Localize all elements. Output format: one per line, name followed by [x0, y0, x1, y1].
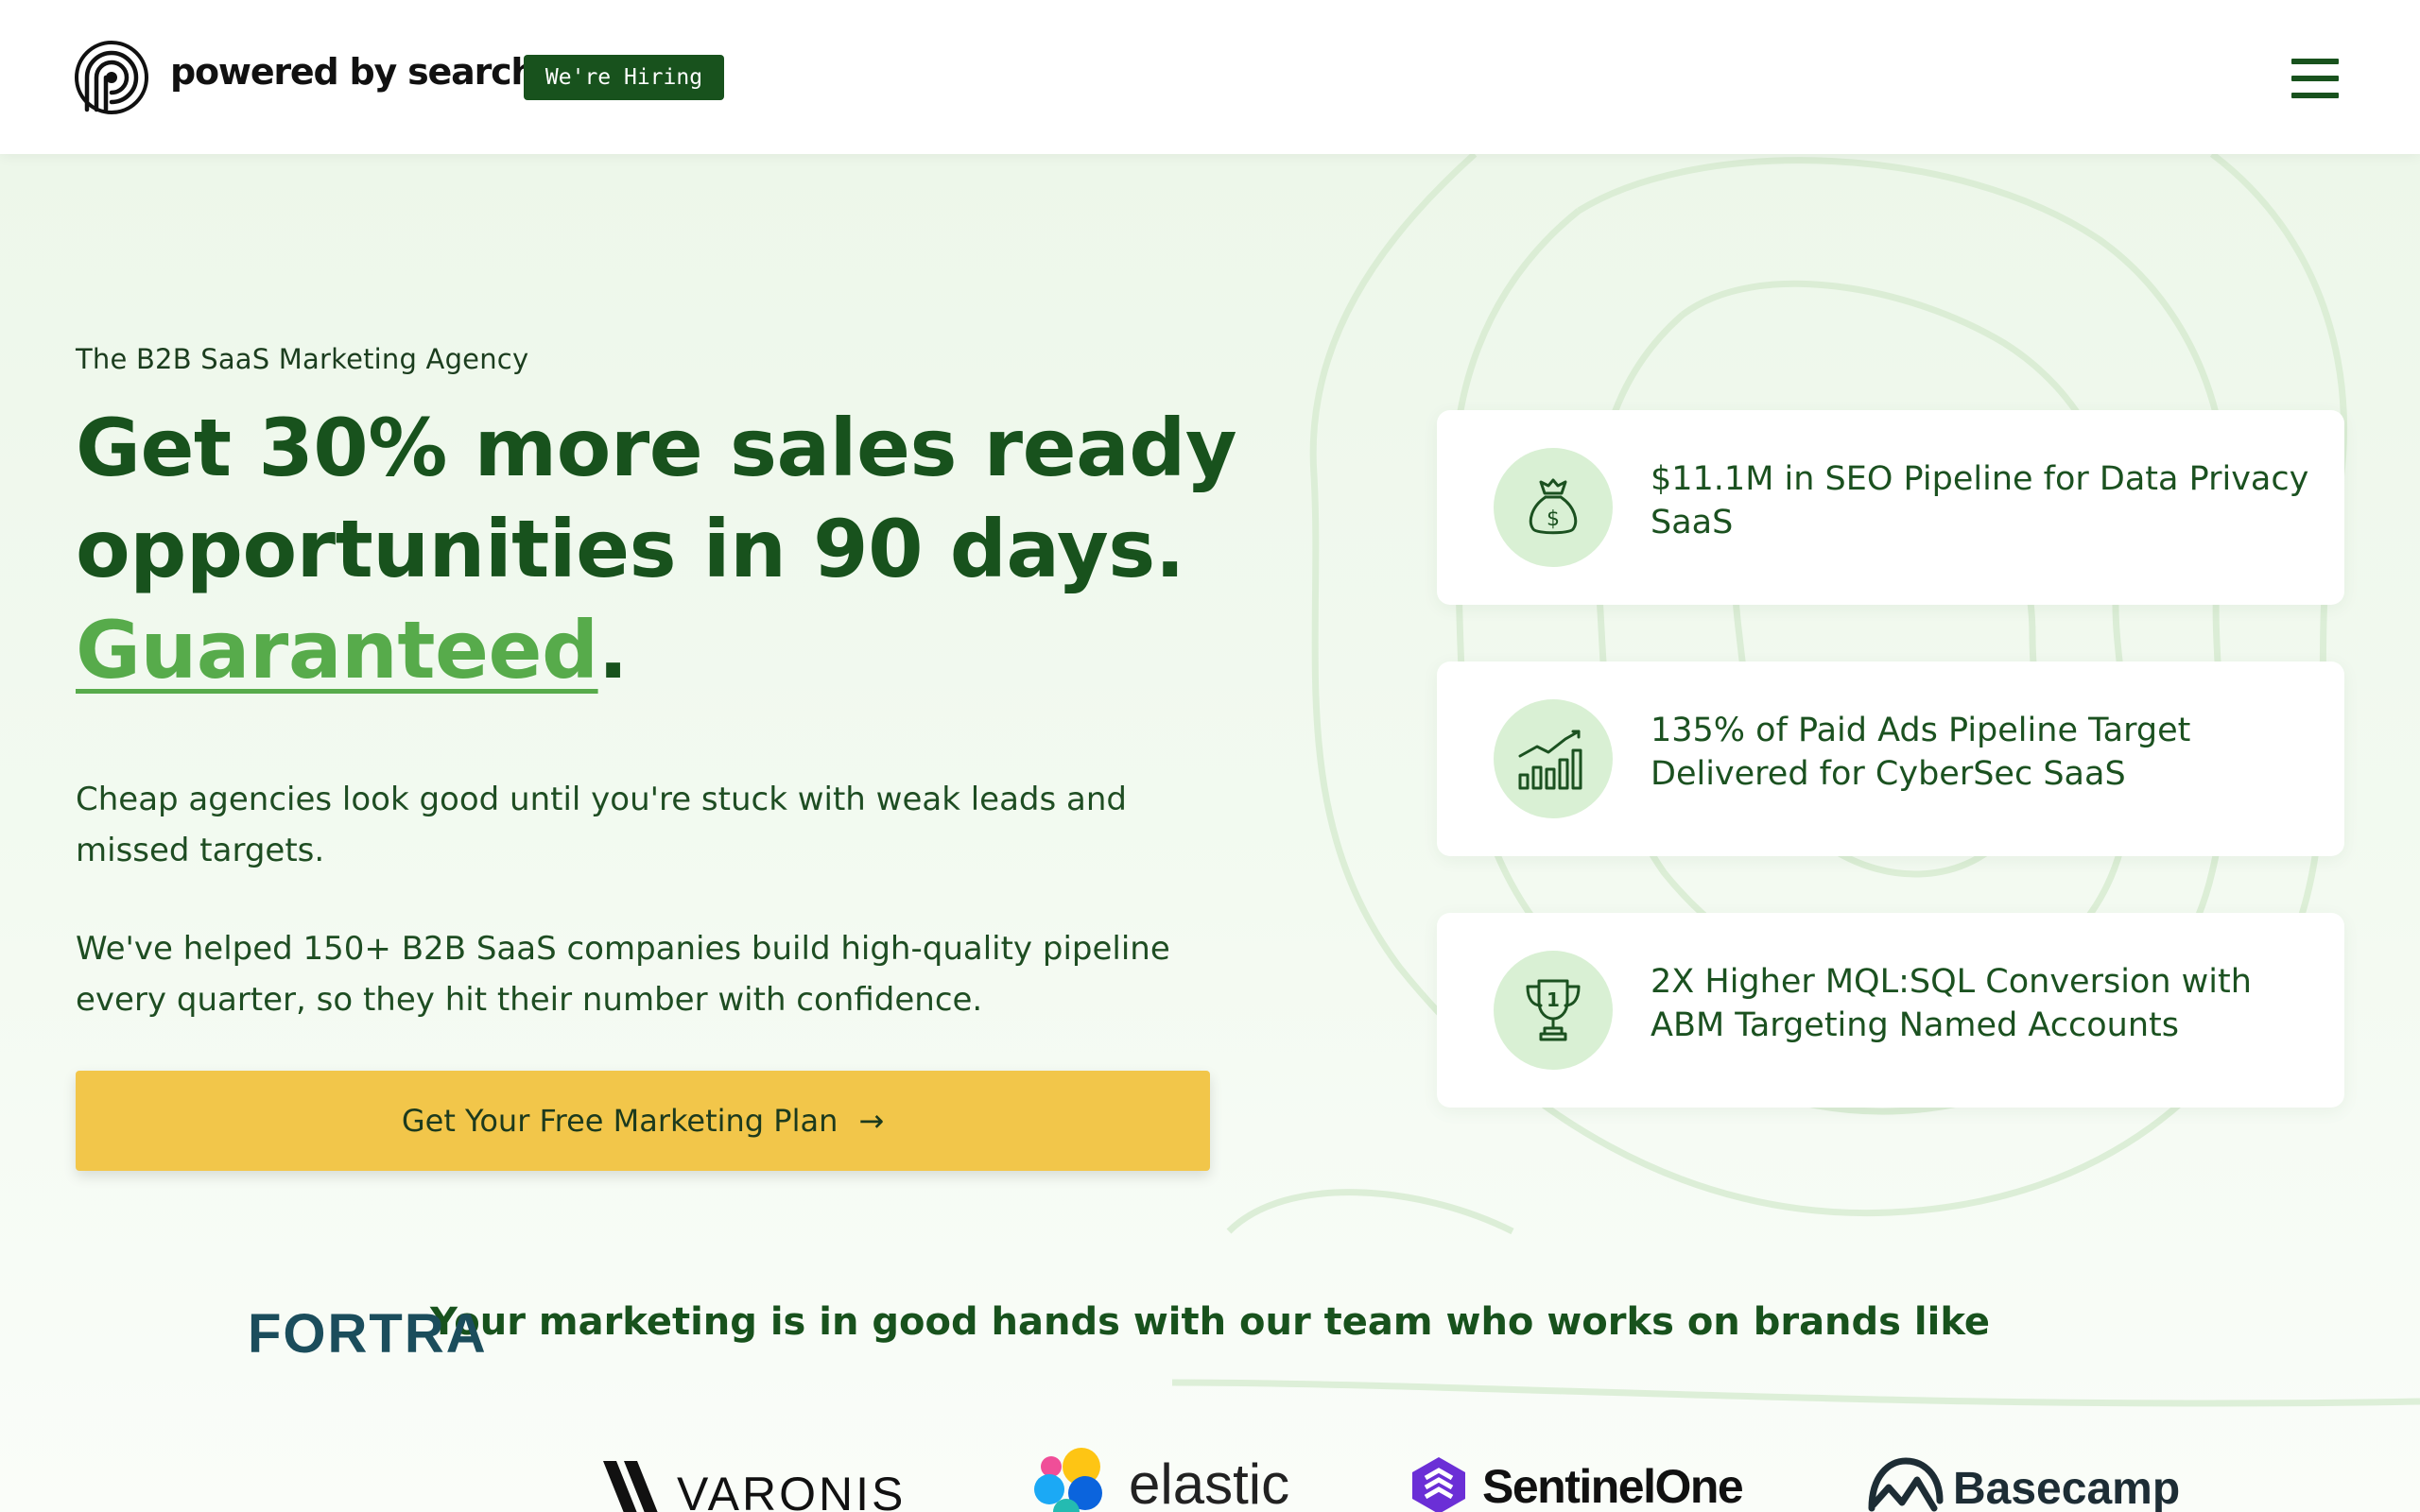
icon-circle: $	[1494, 448, 1613, 567]
hero-eyebrow: The B2B SaaS Marketing Agency	[76, 343, 529, 375]
hiring-badge[interactable]: We're Hiring	[524, 55, 724, 100]
headline-line-1: Get 30% more sales ready	[76, 402, 1237, 494]
sentinelone-mark-icon	[1412, 1457, 1465, 1512]
varonis-mark-icon	[603, 1461, 658, 1512]
varonis-logo: VARONIS	[677, 1468, 907, 1512]
money-bag-icon: $	[1529, 478, 1578, 535]
hero-paragraph-2: We've helped 150+ B2B SaaS companies bui…	[76, 930, 1170, 1019]
result-text: 135% of Paid Ads Pipeline Target Deliver…	[1651, 712, 2191, 793]
svg-text:$: $	[1547, 507, 1560, 531]
headline-accent: Guaranteed	[76, 604, 598, 696]
basecamp-mark-icon	[1868, 1457, 1944, 1512]
headline-period: .	[597, 604, 629, 696]
hamburger-icon-bar	[2291, 76, 2339, 81]
cta-label: Get Your Free Marketing Plan	[401, 1103, 838, 1139]
fortra-logo: FORTRA	[248, 1303, 488, 1365]
powered-by-search-logo-icon[interactable]	[74, 40, 151, 115]
sentinelone-logo: SentinelOne	[1482, 1460, 1744, 1512]
hamburger-icon	[2291, 59, 2339, 64]
icon-circle	[1494, 699, 1613, 818]
headline-line-2: opportunities in 90 days.	[76, 503, 1185, 595]
basecamp-logo: Basecamp	[1953, 1464, 2181, 1512]
result-card-abm: 1 2X Higher MQL:SQL Conversion with ABM …	[1437, 913, 2344, 1108]
icon-circle: 1	[1494, 951, 1613, 1070]
brand-name[interactable]: powered by search	[170, 51, 536, 93]
arrow-right-icon: →	[858, 1103, 885, 1139]
result-text: $11.1M in SEO Pipeline for Data Privacy …	[1651, 460, 2309, 541]
trophy-icon: 1	[1526, 979, 1581, 1041]
hamburger-menu-button[interactable]	[2291, 57, 2344, 100]
hero-headline: Get 30% more sales ready opportunities i…	[76, 398, 1305, 701]
result-card-paid-ads: 135% of Paid Ads Pipeline Target Deliver…	[1437, 662, 2344, 856]
svg-text:1: 1	[1547, 988, 1560, 1011]
result-text: 2X Higher MQL:SQL Conversion with ABM Ta…	[1651, 963, 2252, 1044]
bar-chart-growth-icon	[1518, 730, 1582, 790]
site-header: powered by search We're Hiring	[0, 0, 2420, 154]
elastic-logo: elastic	[1129, 1452, 1290, 1512]
hero-paragraph-1: Cheap agencies look good until you're st…	[76, 781, 1127, 869]
hamburger-icon-bar	[2291, 93, 2339, 98]
free-marketing-plan-button[interactable]: Get Your Free Marketing Plan →	[76, 1071, 1210, 1171]
result-card-seo: $ $11.1M in SEO Pipeline for Data Privac…	[1437, 410, 2344, 605]
elastic-mark-icon	[1034, 1448, 1102, 1512]
